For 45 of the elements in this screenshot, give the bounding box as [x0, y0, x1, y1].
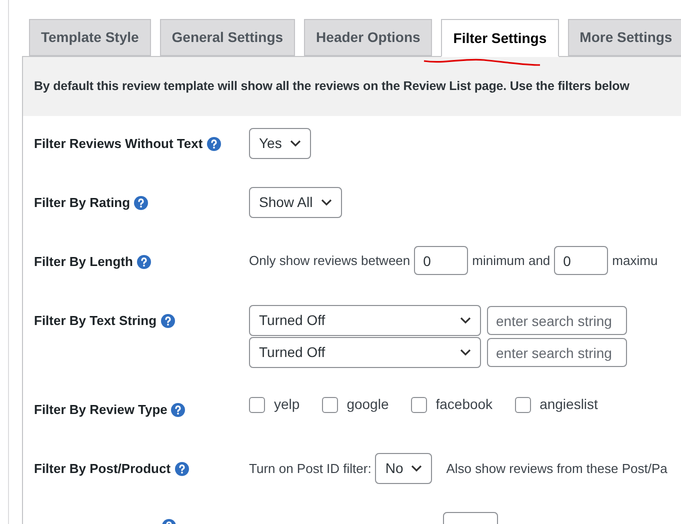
checkbox-label: angieslist [540, 395, 598, 414]
help-icon[interactable] [160, 314, 175, 328]
help-icon[interactable] [136, 254, 151, 268]
dropdown[interactable]: Turned Off [249, 305, 481, 336]
tab[interactable]: Template Style [29, 19, 151, 56]
checkbox[interactable] [322, 396, 338, 412]
help-icon[interactable] [206, 136, 221, 150]
chevron-down-icon [460, 349, 471, 356]
intro-text: By default this review template will show all the reviews on the Review List page. Use the filters below [34, 78, 630, 96]
setting-label: Filter By Rating [34, 194, 130, 212]
setting-label: Filter By Length [34, 252, 133, 271]
help-icon[interactable] [174, 462, 189, 476]
setting-label: Filter By Review Type [34, 400, 168, 419]
help-icon[interactable] [171, 402, 186, 416]
checkbox-label: google [346, 395, 389, 414]
chevron-down-icon [411, 465, 422, 472]
dropdown[interactable]: No [375, 453, 432, 484]
checkbox-label: yelp [274, 395, 300, 414]
dropdown[interactable]: Turned Off [249, 337, 481, 368]
input-field[interactable]: 0 [554, 246, 608, 275]
chevron-down-icon [460, 317, 471, 324]
post-id-text: Also show reviews from these Post/Pa [446, 460, 668, 478]
length-text: maximu [612, 252, 658, 270]
dropdown[interactable]: Show All [249, 187, 342, 218]
input-field[interactable]: 0 [414, 246, 468, 275]
length-text: minimum and [472, 252, 550, 270]
input-field[interactable]: enter search string [487, 306, 627, 335]
post-id-text: Turn on Post ID filter: [249, 460, 372, 478]
chevron-down-icon [290, 140, 301, 147]
checkbox[interactable] [249, 396, 265, 412]
setting-label: Filter By Text String [34, 312, 157, 330]
checkbox-label: facebook [436, 395, 493, 414]
help-icon[interactable] [134, 196, 148, 210]
setting-label: Filter Reviews Without Text [34, 134, 203, 153]
checkbox[interactable] [410, 396, 427, 412]
input-field[interactable]: enter search string [487, 338, 627, 367]
tab[interactable]: General Settings [160, 19, 296, 56]
chevron-down-icon [320, 199, 332, 206]
tab[interactable]: Filter Settings [441, 19, 559, 57]
tab[interactable]: More Settings [568, 19, 681, 56]
setting-label: Filter By Post/Product [34, 460, 171, 478]
dropdown[interactable]: Yes [249, 128, 311, 159]
tab[interactable]: Header Options [304, 19, 432, 56]
checkbox[interactable] [514, 396, 531, 412]
length-text: Only show reviews between [249, 252, 410, 270]
